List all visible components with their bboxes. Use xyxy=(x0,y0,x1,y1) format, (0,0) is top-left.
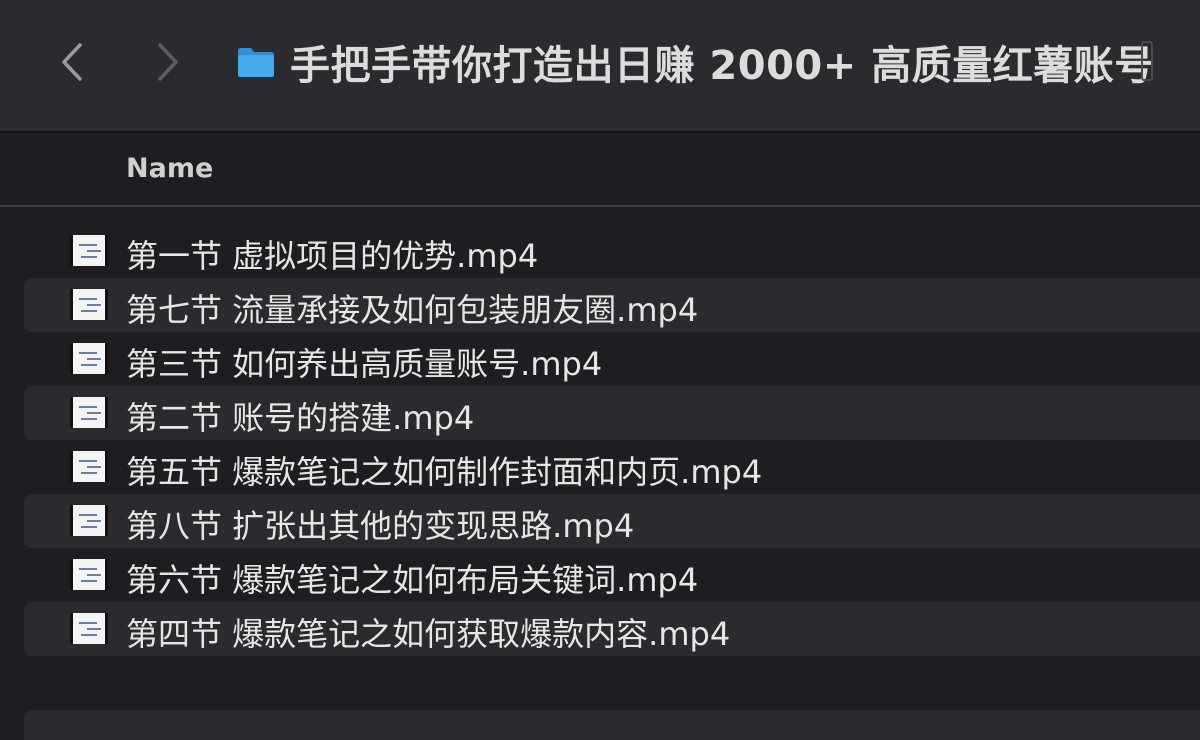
video-thumbnail-icon xyxy=(70,613,108,644)
file-row[interactable]: 第六节 爆款笔记之如何布局关键词.mp4 xyxy=(24,548,1200,602)
file-row[interactable]: 第二节 账号的搭建.mp4 xyxy=(24,386,1200,440)
file-name: 第八节 扩张出其他的变现思路.mp4 xyxy=(126,507,635,545)
file-row[interactable]: 第五节 爆款笔记之如何制作封面和内页.mp4 xyxy=(24,440,1200,494)
chevron-right-icon xyxy=(158,43,178,81)
column-header-name[interactable]: Name xyxy=(126,153,213,184)
video-thumbnail-icon xyxy=(70,397,108,428)
video-thumbnail-icon xyxy=(70,559,108,590)
window-title: 手把手带你打造出日赚 2000+ 高质量红薯账号 xyxy=(236,36,1155,89)
window-title-text: 手把手带你打造出日赚 2000+ 高质量红薯账号 xyxy=(290,43,1155,89)
video-thumbnail-icon xyxy=(70,343,108,374)
empty-row xyxy=(24,710,1200,740)
file-row[interactable]: 第四节 爆款笔记之如何获取爆款内容.mp4 xyxy=(24,602,1200,656)
file-name: 第一节 虚拟项目的优势.mp4 xyxy=(126,237,539,275)
folder-icon xyxy=(238,48,274,77)
forward-button[interactable] xyxy=(148,38,188,86)
file-name: 第五节 爆款笔记之如何制作封面和内页.mp4 xyxy=(126,453,763,491)
finder-window: 手把手带你打造出日赚 2000+ 高质量红薯账号 Name 第一节 虚拟项目的优… xyxy=(0,0,1200,740)
column-header: Name xyxy=(0,135,1200,207)
video-thumbnail-icon xyxy=(70,289,108,320)
video-thumbnail-icon xyxy=(70,505,108,536)
file-row[interactable]: 第七节 流量承接及如何包装朋友圈.mp4 xyxy=(24,278,1200,332)
file-name: 第七节 流量承接及如何包装朋友圈.mp4 xyxy=(126,291,699,329)
chevron-left-icon xyxy=(62,43,82,81)
file-row[interactable]: 第一节 虚拟项目的优势.mp4 xyxy=(24,224,1200,278)
file-name: 第二节 账号的搭建.mp4 xyxy=(126,399,475,437)
back-button[interactable] xyxy=(52,38,92,86)
file-name: 第四节 爆款笔记之如何获取爆款内容.mp4 xyxy=(126,615,731,653)
toolbar: 手把手带你打造出日赚 2000+ 高质量红薯账号 xyxy=(0,0,1200,133)
video-thumbnail-icon xyxy=(70,451,108,482)
file-row[interactable]: 第八节 扩张出其他的变现思路.mp4 xyxy=(24,494,1200,548)
file-list: 第一节 虚拟项目的优势.mp4 第七节 流量承接及如何包装朋友圈.mp4 第三节… xyxy=(0,224,1200,656)
file-name: 第六节 爆款笔记之如何布局关键词.mp4 xyxy=(126,561,699,599)
video-thumbnail-icon xyxy=(70,235,108,266)
file-row[interactable]: 第三节 如何养出高质量账号.mp4 xyxy=(24,332,1200,386)
partial-toolbar-icon[interactable] xyxy=(1140,40,1154,82)
file-name: 第三节 如何养出高质量账号.mp4 xyxy=(126,345,603,383)
